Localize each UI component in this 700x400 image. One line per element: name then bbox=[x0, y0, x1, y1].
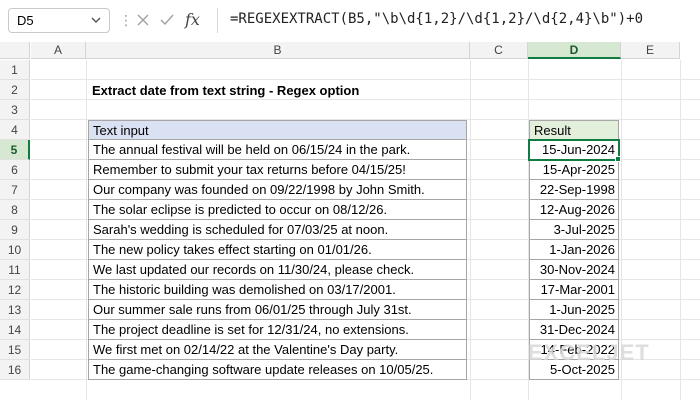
text-input-cell[interactable]: The game-changing software update releas… bbox=[88, 360, 467, 380]
text-input-header: Text input bbox=[88, 120, 467, 140]
text-input-cell[interactable]: We first met on 02/14/22 at the Valentin… bbox=[88, 340, 467, 360]
fill-handle[interactable] bbox=[615, 156, 621, 162]
exceljet-watermark: EXCELJET bbox=[528, 340, 650, 365]
result-cell[interactable]: 30-Nov-2024 bbox=[529, 260, 619, 280]
column-header-a[interactable]: A bbox=[31, 42, 86, 59]
text-input-cell[interactable]: The historic building was demolished on … bbox=[88, 280, 467, 300]
result-cell[interactable]: 17-Mar-2001 bbox=[529, 280, 619, 300]
insert-function-icon[interactable]: fx bbox=[185, 10, 200, 29]
name-box-value: D5 bbox=[17, 13, 34, 28]
formula-input[interactable]: =REGEXEXTRACT(B5,"\b\d{1,2}/\d{1,2}/\d{2… bbox=[230, 11, 643, 27]
text-input-cell[interactable]: Remember to submit your tax returns befo… bbox=[88, 160, 467, 180]
name-box[interactable]: D5 bbox=[8, 8, 110, 33]
row-header-13[interactable]: 13 bbox=[0, 300, 30, 320]
row-header-12[interactable]: 12 bbox=[0, 280, 30, 300]
text-input-cell[interactable]: The new policy takes effect starting on … bbox=[88, 240, 467, 260]
result-header: Result bbox=[529, 120, 619, 140]
text-input-cell[interactable]: The project deadline is set for 12/31/24… bbox=[88, 320, 467, 340]
select-all-corner[interactable] bbox=[0, 42, 30, 59]
cancel-icon[interactable] bbox=[134, 11, 152, 29]
text-input-cell[interactable]: The solar eclipse is predicted to occur … bbox=[88, 200, 467, 220]
column-header-c[interactable]: C bbox=[470, 42, 528, 59]
result-cell[interactable]: 31-Dec-2024 bbox=[529, 320, 619, 340]
result-cell[interactable]: 15-Apr-2025 bbox=[529, 160, 619, 180]
result-cell[interactable]: 12-Aug-2026 bbox=[529, 200, 619, 220]
row-header-2[interactable]: 2 bbox=[0, 80, 30, 100]
sheet-title: Extract date from text string - Regex op… bbox=[92, 83, 360, 98]
row-header-1[interactable]: 1 bbox=[0, 60, 30, 80]
row-header-11[interactable]: 11 bbox=[0, 260, 30, 280]
row-header-6[interactable]: 6 bbox=[0, 160, 30, 180]
row-header-7[interactable]: 7 bbox=[0, 180, 30, 200]
chevron-down-icon[interactable] bbox=[89, 13, 103, 27]
row-header-9[interactable]: 9 bbox=[0, 220, 30, 240]
text-input-cell[interactable]: Our company was founded on 09/22/1998 by… bbox=[88, 180, 467, 200]
column-header-d[interactable]: D bbox=[528, 42, 621, 59]
text-input-cell[interactable]: We last updated our records on 11/30/24,… bbox=[88, 260, 467, 280]
formula-bar: D5 ⋮ fx =REGEXEXTRACT(B5,"\b\d{1,2}/\d{1… bbox=[0, 0, 700, 42]
row-header-14[interactable]: 14 bbox=[0, 320, 30, 340]
column-header-b[interactable]: B bbox=[86, 42, 470, 59]
gridline-vertical bbox=[680, 60, 681, 400]
column-header-e[interactable]: E bbox=[621, 42, 680, 59]
row-header-8[interactable]: 8 bbox=[0, 200, 30, 220]
row-header-5[interactable]: 5 bbox=[0, 140, 30, 160]
text-input-cell[interactable]: The annual festival will be held on 06/1… bbox=[88, 140, 467, 160]
gridline-vertical bbox=[470, 60, 471, 400]
result-cell[interactable]: 22-Sep-1998 bbox=[529, 180, 619, 200]
result-cell[interactable]: 3-Jul-2025 bbox=[529, 220, 619, 240]
active-result-cell[interactable]: 15-Jun-2024 bbox=[528, 139, 620, 161]
formula-buttons: fx bbox=[130, 8, 218, 33]
row-header-10[interactable]: 10 bbox=[0, 240, 30, 260]
row-header-3[interactable]: 3 bbox=[0, 100, 30, 120]
row-header-16[interactable]: 16 bbox=[0, 360, 30, 380]
result-cell[interactable]: 1-Jun-2025 bbox=[529, 300, 619, 320]
row-header-4[interactable]: 4 bbox=[0, 120, 30, 140]
enter-check-icon[interactable] bbox=[158, 11, 176, 29]
gridline-horizontal bbox=[31, 79, 700, 80]
row-header-15[interactable]: 15 bbox=[0, 340, 30, 360]
gridline-vertical bbox=[86, 60, 87, 400]
result-cell[interactable]: 1-Jan-2026 bbox=[529, 240, 619, 260]
text-input-cell[interactable]: Our summer sale runs from 06/01/25 throu… bbox=[88, 300, 467, 320]
text-input-cell[interactable]: Sarah's wedding is scheduled for 07/03/2… bbox=[88, 220, 467, 240]
